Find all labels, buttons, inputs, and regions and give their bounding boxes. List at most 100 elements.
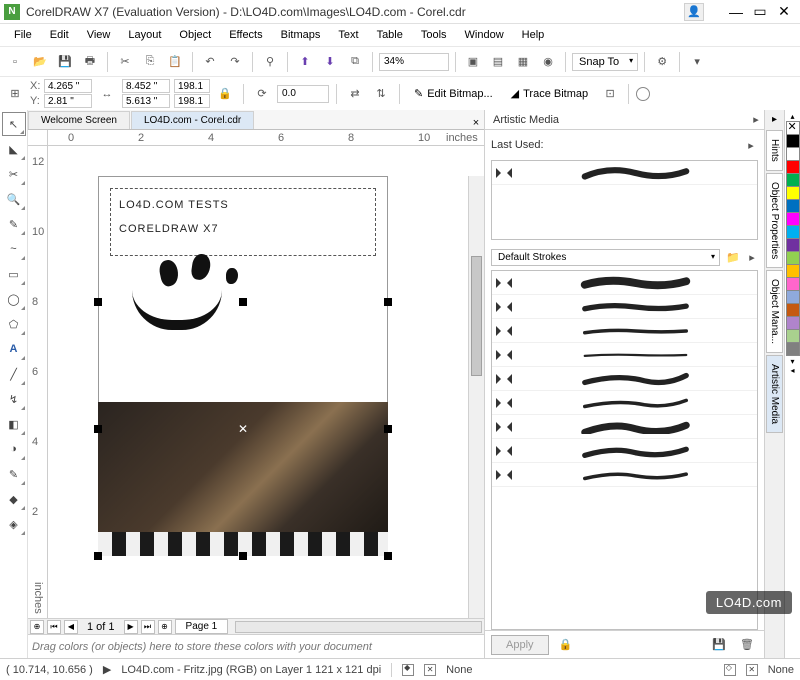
canvas[interactable]: LO4D.com tests CorelDraw X7 bbox=[48, 146, 484, 618]
crop-bitmap-icon[interactable]: ⊡ bbox=[599, 83, 621, 105]
add-page-icon[interactable]: ⊕ bbox=[30, 620, 44, 634]
text-tool-icon[interactable]: A bbox=[2, 337, 26, 361]
snap-to-dropdown[interactable]: Snap To bbox=[572, 53, 638, 71]
artistic-media-tool-icon[interactable]: ~ bbox=[2, 237, 26, 261]
color-swatch[interactable] bbox=[786, 316, 800, 330]
scale-x-input[interactable] bbox=[174, 79, 210, 93]
export-icon[interactable]: ⬇ bbox=[319, 51, 341, 73]
color-swatch[interactable] bbox=[786, 238, 800, 252]
menu-layout[interactable]: Layout bbox=[120, 27, 169, 43]
height-input[interactable] bbox=[122, 94, 170, 108]
color-swatch[interactable] bbox=[786, 290, 800, 304]
brush-item[interactable] bbox=[492, 271, 757, 295]
menu-view[interactable]: View bbox=[79, 27, 119, 43]
paragraph-text-frame[interactable]: LO4D.com tests CorelDraw X7 bbox=[110, 188, 376, 256]
scrollbar-thumb[interactable] bbox=[471, 256, 482, 376]
color-swatch[interactable] bbox=[786, 147, 800, 161]
fill-none-icon[interactable]: ✕ bbox=[424, 664, 436, 676]
copy-icon[interactable]: ⎘ bbox=[139, 51, 161, 73]
selection-center-icon[interactable]: ✕ bbox=[238, 422, 248, 436]
lock-ratio-icon[interactable]: 🔒 bbox=[214, 83, 236, 105]
docker-collapse-icon[interactable]: ▸ bbox=[767, 114, 783, 128]
search-icon[interactable]: ⚲ bbox=[259, 51, 281, 73]
selection-handles[interactable]: ✕ bbox=[98, 302, 388, 556]
show-rulers-icon[interactable]: ▤ bbox=[487, 51, 509, 73]
parallel-dimension-tool-icon[interactable]: ╱ bbox=[2, 362, 26, 386]
mirror-v-icon[interactable]: ⇅ bbox=[370, 83, 392, 105]
docker-hints[interactable]: Hints bbox=[766, 130, 783, 171]
undo-icon[interactable]: ↶ bbox=[199, 51, 221, 73]
outline-none-icon[interactable]: ✕ bbox=[746, 664, 758, 676]
rectangle-tool-icon[interactable]: ▭ bbox=[2, 262, 26, 286]
menu-file[interactable]: File bbox=[6, 27, 40, 43]
brush-item[interactable] bbox=[492, 439, 757, 463]
next-page-icon[interactable]: ▶ bbox=[124, 620, 138, 634]
freehand-tool-icon[interactable]: ✎ bbox=[2, 212, 26, 236]
fill-swatch-icon[interactable]: ◆ bbox=[402, 664, 414, 676]
zoom-input[interactable] bbox=[379, 53, 449, 71]
category-dropdown[interactable]: Default Strokes bbox=[491, 249, 720, 266]
vertical-ruler[interactable]: 12 10 8 6 4 2 inches bbox=[28, 146, 48, 618]
stroke-list[interactable] bbox=[491, 270, 758, 630]
menu-window[interactable]: Window bbox=[457, 27, 512, 43]
scale-y-input[interactable] bbox=[174, 94, 210, 108]
minimize-button[interactable]: — bbox=[724, 2, 748, 22]
brush-item[interactable] bbox=[492, 367, 757, 391]
zoom-tool-icon[interactable]: 🔍 bbox=[2, 187, 26, 211]
color-swatch[interactable] bbox=[786, 277, 800, 291]
ruler-origin[interactable] bbox=[28, 130, 48, 146]
new-icon[interactable]: ▫ bbox=[4, 51, 26, 73]
show-guides-icon[interactable]: ◉ bbox=[537, 51, 559, 73]
add-page-after-icon[interactable]: ⊕ bbox=[158, 620, 172, 634]
connector-tool-icon[interactable]: ↯ bbox=[2, 387, 26, 411]
panel-menu-icon[interactable]: ▸ bbox=[744, 134, 758, 156]
brush-item[interactable] bbox=[492, 463, 757, 487]
menu-table[interactable]: Table bbox=[369, 27, 411, 43]
options-icon[interactable]: ⚙ bbox=[651, 51, 673, 73]
maximize-button[interactable]: ▭ bbox=[748, 2, 772, 22]
no-color-swatch[interactable]: ✕ bbox=[786, 121, 800, 135]
polygon-tool-icon[interactable]: ⬠ bbox=[2, 312, 26, 336]
docker-object-manager[interactable]: Object Mana... bbox=[766, 270, 783, 353]
fill-tool-icon[interactable]: ◆ bbox=[2, 487, 26, 511]
show-grid-icon[interactable]: ▦ bbox=[512, 51, 534, 73]
crop-tool-icon[interactable]: ✂ bbox=[2, 162, 26, 186]
ellipse-tool-icon[interactable]: ◯ bbox=[2, 287, 26, 311]
x-input[interactable] bbox=[44, 79, 92, 93]
brush-item[interactable] bbox=[492, 161, 757, 185]
y-input[interactable] bbox=[44, 94, 92, 108]
brush-item[interactable] bbox=[492, 319, 757, 343]
outline-swatch-icon[interactable]: ◇ bbox=[724, 664, 736, 676]
color-swatch[interactable] bbox=[786, 329, 800, 343]
color-swatch[interactable] bbox=[786, 251, 800, 265]
lock-icon[interactable]: 🔒 bbox=[555, 634, 577, 656]
menu-text[interactable]: Text bbox=[330, 27, 366, 43]
edit-bitmap-button[interactable]: ✎Edit Bitmap... bbox=[407, 83, 500, 105]
tab-current-doc[interactable]: LO4D.com - Corel.cdr bbox=[131, 111, 254, 129]
drop-shadow-tool-icon[interactable]: ◧ bbox=[2, 412, 26, 436]
canvas-scrollbar-h[interactable] bbox=[235, 621, 482, 633]
fullscreen-icon[interactable]: ▣ bbox=[462, 51, 484, 73]
brush-item[interactable] bbox=[492, 295, 757, 319]
last-page-icon[interactable]: ⏭ bbox=[141, 620, 155, 634]
save-icon[interactable]: 💾 bbox=[54, 51, 76, 73]
tab-close-icon[interactable]: × bbox=[468, 117, 484, 129]
trace-bitmap-button[interactable]: ◢Trace Bitmap bbox=[504, 83, 595, 105]
redo-icon[interactable]: ↷ bbox=[224, 51, 246, 73]
width-input[interactable] bbox=[122, 79, 170, 93]
horizontal-ruler[interactable]: 0 2 4 6 8 10 inches bbox=[48, 130, 484, 146]
object-details-icon[interactable]: ▶ bbox=[103, 663, 111, 676]
brush-item[interactable] bbox=[492, 343, 757, 367]
pick-tool-icon[interactable]: ↖ bbox=[2, 112, 26, 136]
color-swatch[interactable] bbox=[786, 212, 800, 226]
wrap-text-icon[interactable] bbox=[636, 87, 650, 101]
docker-artistic-media[interactable]: Artistic Media bbox=[766, 355, 783, 433]
palette-scroll-down-icon[interactable]: ▾ bbox=[790, 357, 794, 366]
category-menu-icon[interactable]: ▸ bbox=[746, 246, 758, 268]
color-swatch[interactable] bbox=[786, 134, 800, 148]
smart-fill-tool-icon[interactable]: ◈ bbox=[2, 512, 26, 536]
color-swatch[interactable] bbox=[786, 225, 800, 239]
app-launcher-icon[interactable]: ▾ bbox=[686, 51, 708, 73]
browse-folder-icon[interactable]: 📁 bbox=[724, 246, 742, 268]
color-swatch[interactable] bbox=[786, 264, 800, 278]
